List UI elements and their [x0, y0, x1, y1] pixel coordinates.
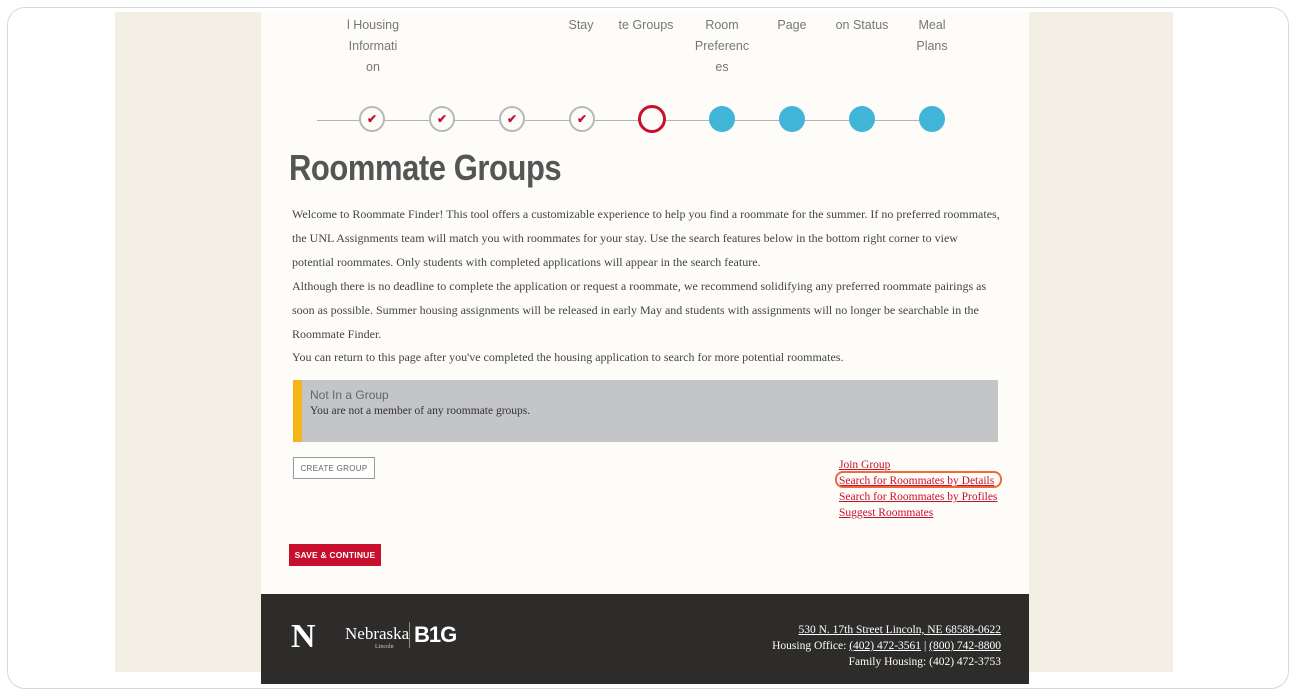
phone-link-2[interactable]: (800) 742-8800 — [929, 640, 1001, 652]
progress-line — [317, 120, 937, 121]
group-status-title: Not In a Group — [310, 388, 389, 402]
housing-office-line: Housing Office: (402) 472-3561 | (800) 7… — [772, 638, 1001, 654]
housing-office-label: Housing Office: — [772, 640, 850, 652]
step-circle-current[interactable] — [638, 105, 666, 133]
phone-separator: | — [921, 640, 930, 652]
create-group-button[interactable]: CREATE GROUP — [293, 457, 375, 479]
lincoln-wordmark: Lincoln — [375, 644, 394, 650]
intro-paragraph: Welcome to Roommate Finder! This tool of… — [292, 207, 1000, 269]
step-circle-completed[interactable]: ✔ — [569, 106, 595, 132]
step-circle-upcoming[interactable] — [919, 106, 945, 132]
roommate-links: Join Group Search for Roommates by Detai… — [835, 457, 1002, 521]
step-label-application-status[interactable]: on Status — [822, 15, 902, 36]
click-highlight-ring — [835, 471, 1002, 488]
return-paragraph: You can return to this page after you've… — [292, 350, 844, 364]
step-circle-upcoming[interactable] — [779, 106, 805, 132]
step-circle-completed[interactable]: ✔ — [359, 106, 385, 132]
family-housing-line: Family Housing: (402) 472-3753 — [848, 656, 1001, 668]
main-content: l Housing Informati on Stay te Groups Ro… — [261, 12, 1029, 684]
search-by-profiles-link[interactable]: Search for Roommates by Profiles — [839, 489, 997, 505]
checkmark-icon: ✔ — [436, 112, 448, 126]
deadline-paragraph: Although there is no deadline to complet… — [292, 279, 987, 341]
save-continue-button[interactable]: SAVE & CONTINUE — [289, 544, 381, 566]
step-label-roommate-groups[interactable]: te Groups — [606, 15, 686, 36]
step-circle-completed[interactable]: ✔ — [499, 106, 525, 132]
step-label-room-preferences[interactable]: Room Preferenc es — [682, 15, 762, 78]
step-circle-upcoming[interactable] — [709, 106, 735, 132]
group-status-box: Not In a Group You are not a member of a… — [293, 380, 998, 442]
phone-link-1[interactable]: (402) 472-3561 — [849, 640, 921, 652]
step-label-page[interactable]: Page — [752, 15, 832, 36]
progress-step-labels: l Housing Informati on Stay te Groups Ro… — [261, 12, 1029, 82]
nebraska-wordmark[interactable]: Nebraska — [345, 624, 409, 644]
checkmark-icon: ✔ — [576, 112, 588, 126]
footer-contact: 530 N. 17th Street Lincoln, NE 68588-062… — [772, 622, 1001, 670]
checkmark-icon: ✔ — [366, 112, 378, 126]
footer-address-link[interactable]: 530 N. 17th Street Lincoln, NE 68588-062… — [772, 622, 1001, 638]
step-circle-upcoming[interactable] — [849, 106, 875, 132]
logo-divider — [409, 622, 410, 648]
nebraska-n-logo[interactable]: N — [291, 620, 316, 654]
step-circle-completed[interactable]: ✔ — [429, 106, 455, 132]
group-status-text: You are not a member of any roommate gro… — [310, 405, 531, 417]
status-accent-bar — [293, 380, 302, 442]
step-label-meal-plans[interactable]: Meal Plans — [892, 15, 972, 57]
step-label-housing-information[interactable]: l Housing Informati on — [333, 15, 413, 78]
suggest-roommates-link[interactable]: Suggest Roommates — [839, 505, 997, 521]
checkmark-icon: ✔ — [506, 112, 518, 126]
big-ten-logo[interactable]: B1G — [414, 622, 457, 648]
page-title: Roommate Groups — [289, 147, 562, 188]
